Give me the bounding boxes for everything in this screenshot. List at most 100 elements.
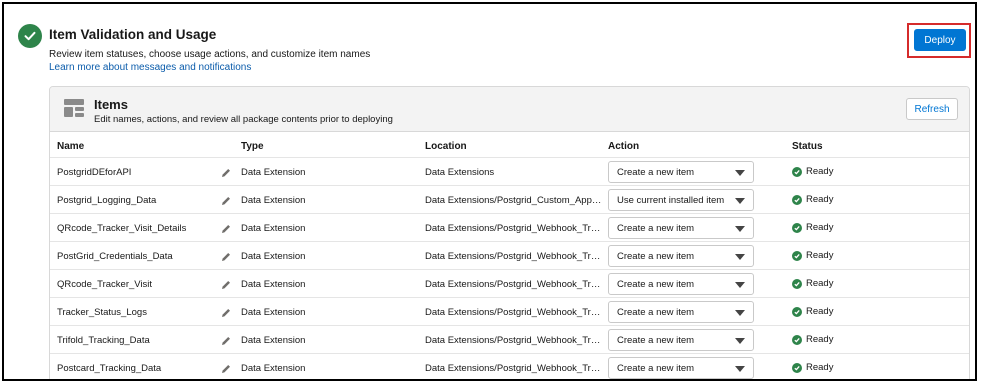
item-name: Trifold_Tracking_Data xyxy=(57,335,150,346)
action-select-value: Create a new item xyxy=(617,363,695,374)
chevron-down-icon xyxy=(735,366,745,372)
item-name: PostgridDEforAPI xyxy=(57,167,132,178)
item-location: Data Extensions/Postgrid_Webhook_Tracki.… xyxy=(425,363,603,374)
table-row: QRcode_Tracker_Visit Data Extension Data… xyxy=(50,270,969,298)
status-text: Ready xyxy=(806,362,834,373)
chevron-down-icon xyxy=(735,282,745,288)
action-select-value: Create a new item xyxy=(617,223,695,234)
item-location: Data Extensions/Postgrid_Webhook_Tracki.… xyxy=(425,223,603,234)
chevron-down-icon xyxy=(735,198,745,204)
table-row: PostgridDEforAPI Data Extension Data Ext… xyxy=(50,158,969,186)
chevron-down-icon xyxy=(735,338,745,344)
action-select-value: Use current installed item xyxy=(617,195,725,206)
item-location: Data Extensions/Postgrid_Webhook_Tracki.… xyxy=(425,307,603,318)
item-name: Tracker_Status_Logs xyxy=(57,307,147,318)
column-header-location[interactable]: Location xyxy=(425,141,467,152)
column-header-name[interactable]: Name xyxy=(57,141,84,152)
action-select[interactable]: Create a new item xyxy=(608,245,754,267)
table-row: PostGrid_Credentials_Data Data Extension… xyxy=(50,242,969,270)
edit-pencil-icon[interactable] xyxy=(220,278,232,290)
action-select[interactable]: Create a new item xyxy=(608,217,754,239)
column-header-status[interactable]: Status xyxy=(792,141,823,152)
item-type: Data Extension xyxy=(241,307,306,318)
item-location: Data Extensions/Postgrid_Webhook_Tracki.… xyxy=(425,279,603,290)
chevron-down-icon xyxy=(735,226,745,232)
status-badge: Ready xyxy=(792,306,833,317)
action-select[interactable]: Create a new item xyxy=(608,357,754,379)
table-row: Tracker_Status_Logs Data Extension Data … xyxy=(50,298,969,326)
action-select[interactable]: Create a new item xyxy=(608,273,754,295)
column-header-action[interactable]: Action xyxy=(608,141,639,152)
status-text: Ready xyxy=(806,222,834,233)
status-text: Ready xyxy=(806,250,834,261)
edit-pencil-icon[interactable] xyxy=(220,362,232,374)
edit-pencil-icon[interactable] xyxy=(220,334,232,346)
status-badge: Ready xyxy=(792,334,833,345)
status-text: Ready xyxy=(806,194,834,205)
item-name: Postgrid_Logging_Data xyxy=(57,195,157,206)
page-title: Item Validation and Usage xyxy=(49,27,217,42)
chevron-down-icon xyxy=(735,310,745,316)
action-select-value: Create a new item xyxy=(617,335,695,346)
item-type: Data Extension xyxy=(241,363,306,374)
table-header: Name Type Location Action Status xyxy=(50,136,969,158)
ready-check-icon xyxy=(792,194,802,205)
item-location: Data Extensions/Postgrid_Webhook_Tracki.… xyxy=(425,251,603,262)
table-row: Postgrid_Logging_Data Data Extension Dat… xyxy=(50,186,969,214)
ready-check-icon xyxy=(792,166,802,177)
table-row: Postcard_Tracking_Data Data Extension Da… xyxy=(50,354,969,379)
status-badge: Ready xyxy=(792,222,833,233)
item-location: Data Extensions xyxy=(425,167,495,178)
status-badge: Ready xyxy=(792,194,833,205)
ready-check-icon xyxy=(792,334,802,345)
ready-check-icon xyxy=(792,278,802,289)
status-text: Ready xyxy=(806,306,834,317)
chevron-down-icon xyxy=(735,254,745,260)
column-header-type[interactable]: Type xyxy=(241,141,264,152)
item-type: Data Extension xyxy=(241,223,306,234)
refresh-button[interactable]: Refresh xyxy=(906,98,958,120)
action-select-value: Create a new item xyxy=(617,279,695,290)
ready-check-icon xyxy=(792,250,802,261)
action-select[interactable]: Use current installed item xyxy=(608,189,754,211)
item-name: PostGrid_Credentials_Data xyxy=(57,251,173,262)
item-location: Data Extensions/Postgrid_Custom_App_Tr..… xyxy=(425,195,603,206)
success-check-icon xyxy=(18,24,42,48)
action-select[interactable]: Create a new item xyxy=(608,301,754,323)
item-type: Data Extension xyxy=(241,195,306,206)
status-badge: Ready xyxy=(792,362,833,373)
edit-pencil-icon[interactable] xyxy=(220,306,232,318)
action-select-value: Create a new item xyxy=(617,167,695,178)
action-select[interactable]: Create a new item xyxy=(608,329,754,351)
learn-more-link[interactable]: Learn more about messages and notificati… xyxy=(49,62,251,73)
status-badge: Ready xyxy=(792,278,833,289)
edit-pencil-icon[interactable] xyxy=(220,166,232,178)
items-title: Items xyxy=(94,97,128,112)
status-badge: Ready xyxy=(792,250,833,261)
item-name: Postcard_Tracking_Data xyxy=(57,363,162,374)
page-subtitle: Review item statuses, choose usage actio… xyxy=(49,49,371,60)
item-name: QRcode_Tracker_Visit_Details xyxy=(57,223,187,234)
item-type: Data Extension xyxy=(241,251,306,262)
ready-check-icon xyxy=(792,222,802,233)
package-items-icon xyxy=(64,99,84,122)
table-row: Trifold_Tracking_Data Data Extension Dat… xyxy=(50,326,969,354)
items-card: Items Edit names, actions, and review al… xyxy=(49,86,970,379)
items-subtitle: Edit names, actions, and review all pack… xyxy=(94,114,393,125)
edit-pencil-icon[interactable] xyxy=(220,222,232,234)
status-text: Ready xyxy=(806,334,834,345)
item-name: QRcode_Tracker_Visit xyxy=(57,279,153,290)
item-location: Data Extensions/Postgrid_Webhook_Tracki.… xyxy=(425,335,603,346)
table-row: QRcode_Tracker_Visit_Details Data Extens… xyxy=(50,214,969,242)
item-type: Data Extension xyxy=(241,279,306,290)
chevron-down-icon xyxy=(735,170,745,176)
edit-pencil-icon[interactable] xyxy=(220,250,232,262)
status-text: Ready xyxy=(806,278,834,289)
action-select[interactable]: Create a new item xyxy=(608,161,754,183)
edit-pencil-icon[interactable] xyxy=(220,194,232,206)
ready-check-icon xyxy=(792,306,802,317)
status-badge: Ready xyxy=(792,166,833,177)
action-select-value: Create a new item xyxy=(617,251,695,262)
deploy-button[interactable]: Deploy xyxy=(914,29,966,51)
action-select-value: Create a new item xyxy=(617,307,695,318)
